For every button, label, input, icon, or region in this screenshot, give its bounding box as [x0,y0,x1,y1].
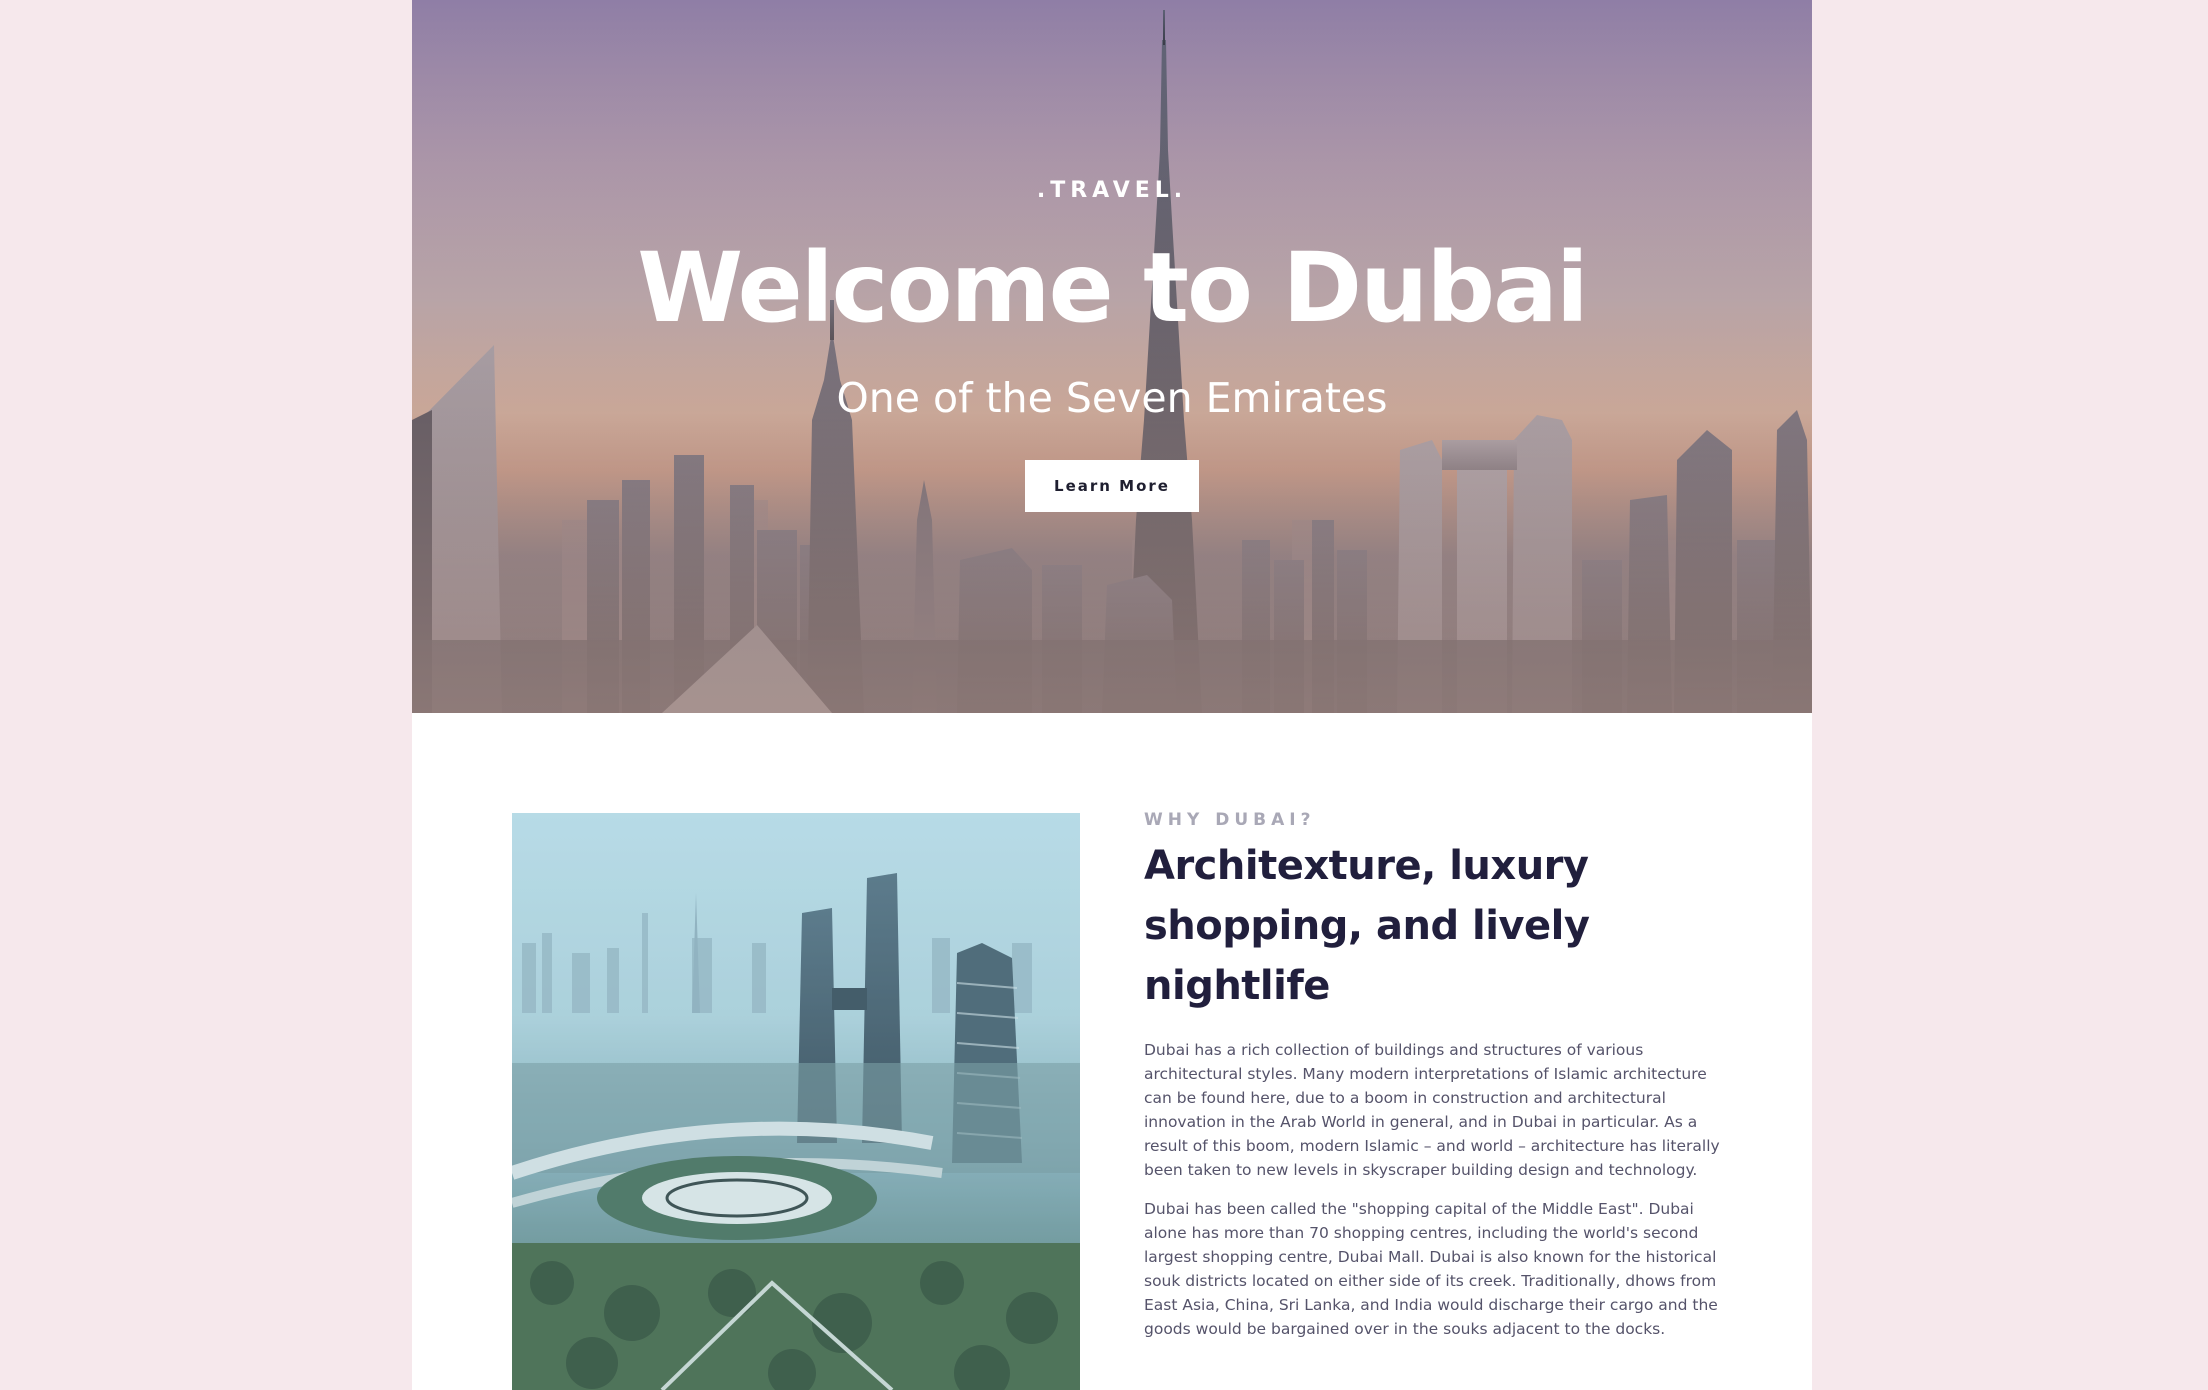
hero-background-image [412,0,1812,713]
about-paragraph-shopping: Dubai has been called the "shopping capi… [1144,1200,1718,1338]
aerial-city-illustration [512,813,1080,1390]
about-eyebrow: WHY DUBAI? [1144,810,1316,830]
about-paragraph-architecture: Dubai has a rich collection of buildings… [1144,1041,1720,1179]
learn-more-button[interactable]: Learn More [1025,460,1199,512]
hero-subtitle: One of the Seven Emirates [836,374,1388,422]
hero-eyebrow: .TRAVEL. [1036,178,1188,203]
hero-section: .TRAVEL. Welcome to Dubai One of the Sev… [412,0,1812,713]
about-text-column: WHY DUBAI? Architexture, luxury shopping… [1144,810,1724,1356]
page-container: .TRAVEL. Welcome to Dubai One of the Sev… [412,0,1812,1390]
dubai-aerial-image [512,813,1080,1390]
hero-title: Welcome to Dubai [637,232,1589,344]
about-heading: Architexture, luxury shopping, and livel… [1144,843,1590,1009]
